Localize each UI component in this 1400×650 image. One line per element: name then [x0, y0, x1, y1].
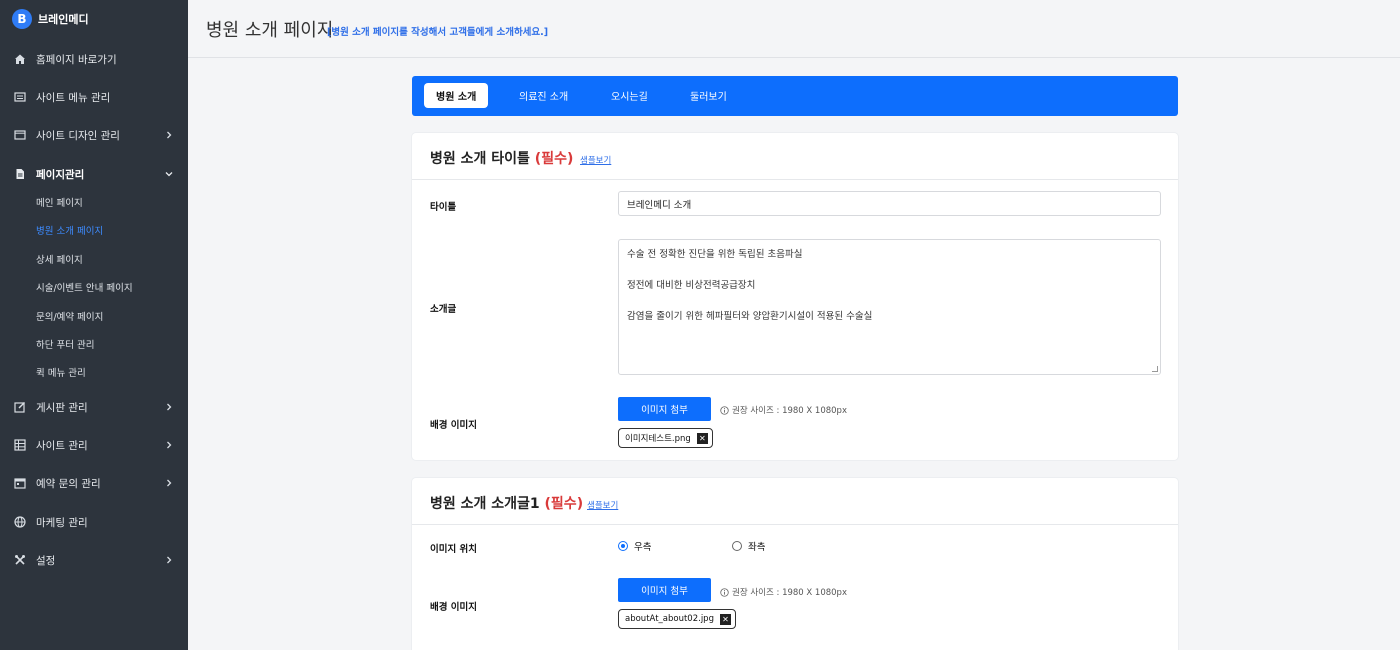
- tab-bar: 병원 소개 의료진 소개 오시는길 둘러보기: [412, 76, 1178, 116]
- remove-file-icon[interactable]: ✕: [719, 613, 731, 625]
- sidebar-item-settings[interactable]: 설정: [0, 548, 188, 572]
- info-icon: [720, 405, 729, 415]
- section-title: 병원 소개 소개글1 (필수): [430, 493, 583, 513]
- sidebar-item-marketing[interactable]: 마케팅 관리: [0, 510, 188, 534]
- size-hint: 권장 사이즈 : 1980 X 1080px: [720, 586, 847, 598]
- required-mark: (필수): [544, 496, 584, 512]
- radio-dot: [618, 541, 628, 551]
- page-title: 병원 소개 페이지: [206, 20, 334, 41]
- sidebar-subitem-footer[interactable]: 하단 푸터 관리: [0, 334, 188, 354]
- chevron-right-icon: [164, 556, 174, 564]
- size-hint-text: 권장 사이즈 : 1980 X 1080px: [732, 588, 847, 598]
- sidebar-item-board[interactable]: 게시판 관리: [0, 395, 188, 419]
- sidebar-item-reservation-inquiry[interactable]: 예약 문의 관리: [0, 471, 188, 495]
- image-position-label: 이미지 위치: [430, 544, 478, 555]
- info-icon: [720, 587, 729, 597]
- intro-label: 소개글: [430, 304, 457, 315]
- card-header: 병원 소개 소개글1 (필수) 샘플보기: [412, 478, 1178, 525]
- sidebar-item-label: 사이트 관리: [36, 439, 88, 452]
- menu-list-icon: [14, 91, 26, 103]
- sidebar-subitem-quick-menu[interactable]: 퀵 메뉴 관리: [0, 362, 188, 382]
- radio-label: 좌측: [748, 542, 766, 553]
- background-image-label: 배경 이미지: [430, 420, 478, 431]
- chevron-right-icon: [164, 441, 174, 449]
- sidebar-subitem-detail-page[interactable]: 상세 페이지: [0, 249, 188, 269]
- tab-medical-staff[interactable]: 의료진 소개: [507, 83, 580, 108]
- intro-textarea[interactable]: 수술 전 정확한 진단을 위한 독립된 초음파실 정전에 대비한 비상전력공급장…: [618, 239, 1161, 375]
- sidebar-subitem-main-page[interactable]: 메인 페이지: [0, 192, 188, 212]
- remove-file-icon[interactable]: ✕: [696, 432, 708, 444]
- tab-hospital-intro[interactable]: 병원 소개: [424, 83, 489, 108]
- section-title-text: 병원 소개 소개글1: [430, 496, 540, 512]
- sidebar-item-label: 사이트 디자인 관리: [36, 129, 120, 142]
- intro-line: 감염을 줄이기 위한 헤파필터와 양압환기시설이 적용된 수술실: [627, 311, 873, 322]
- resize-handle[interactable]: [1152, 366, 1158, 372]
- file-chip: aboutAt_about02.jpg ✕: [618, 609, 736, 629]
- sidebar-item-page-management[interactable]: 페이지관리: [0, 162, 188, 186]
- required-mark: (필수): [534, 151, 574, 167]
- background-image-label: 배경 이미지: [430, 602, 478, 613]
- tools-icon: [14, 554, 26, 566]
- size-hint-text: 권장 사이즈 : 1980 X 1080px: [732, 406, 847, 416]
- edit-icon: [14, 401, 26, 413]
- position-right-radio[interactable]: 우측: [618, 539, 651, 553]
- sidebar-item-label: 페이지관리: [36, 168, 85, 181]
- sidebar-item-label: 마케팅 관리: [36, 516, 88, 529]
- tab-tour[interactable]: 둘러보기: [678, 83, 739, 108]
- window-icon: [14, 129, 26, 141]
- document-icon: [14, 168, 26, 180]
- sidebar-subitem-procedure-event[interactable]: 시술/이벤트 안내 페이지: [0, 277, 188, 297]
- file-name: aboutAt_about02.jpg: [625, 614, 714, 624]
- section-title-text: 병원 소개 타이틀: [430, 151, 530, 167]
- size-hint: 권장 사이즈 : 1980 X 1080px: [720, 404, 847, 416]
- position-left-radio[interactable]: 좌측: [732, 539, 765, 553]
- sidebar-subitem-inquiry-reservation[interactable]: 문의/예약 페이지: [0, 306, 188, 326]
- brand-name: 브레인메디: [38, 13, 89, 26]
- globe-icon: [14, 516, 26, 528]
- sidebar-item-home[interactable]: 홈페이지 바로가기: [0, 47, 188, 71]
- sidebar-item-site-design[interactable]: 사이트 디자인 관리: [0, 123, 188, 147]
- chevron-right-icon: [164, 131, 174, 139]
- section-title: 병원 소개 타이틀 (필수): [430, 148, 573, 168]
- brand-logo: B: [12, 9, 32, 29]
- tab-directions[interactable]: 오시는길: [599, 83, 660, 108]
- grid-icon: [14, 439, 26, 451]
- sample-view-link[interactable]: 샘플보기: [587, 499, 618, 511]
- sidebar-item-label: 예약 문의 관리: [36, 477, 101, 490]
- section-hospital-intro-title: 병원 소개 타이틀 (필수) 샘플보기 타이틀 브레인메디 소개 소개글 수술 …: [412, 133, 1178, 460]
- radio-dot: [732, 541, 742, 551]
- chevron-down-icon: [164, 170, 174, 178]
- page-description: [병원 소개 페이지를 작성해서 고객들에게 소개하세요.]: [327, 27, 549, 38]
- brand[interactable]: B 브레인메디: [0, 0, 188, 38]
- title-input[interactable]: 브레인메디 소개: [618, 191, 1161, 216]
- home-icon: [14, 53, 26, 65]
- attach-image-button[interactable]: 이미지 첨부: [618, 397, 711, 421]
- attach-image-button[interactable]: 이미지 첨부: [618, 578, 711, 602]
- sidebar-item-site-management[interactable]: 사이트 관리: [0, 433, 188, 457]
- intro-line: 수술 전 정확한 진단을 위한 독립된 초음파실: [627, 249, 803, 260]
- intro-line: 정전에 대비한 비상전력공급장치: [627, 280, 756, 291]
- sidebar-item-label: 홈페이지 바로가기: [36, 53, 117, 66]
- chevron-right-icon: [164, 403, 174, 411]
- sidebar-item-label: 설정: [36, 554, 56, 567]
- sidebar-item-label: 사이트 메뉴 관리: [36, 91, 111, 104]
- section-hospital-intro-text1: 병원 소개 소개글1 (필수) 샘플보기 이미지 위치 우측 좌측 배경 이미지…: [412, 478, 1178, 650]
- file-name: 이미지테스트.png: [625, 434, 691, 444]
- card-header: 병원 소개 타이틀 (필수) 샘플보기: [412, 133, 1178, 180]
- chevron-right-icon: [164, 479, 174, 487]
- title-label: 타이틀: [430, 202, 457, 213]
- file-chip: 이미지테스트.png ✕: [618, 428, 713, 448]
- page-header: 병원 소개 페이지 [병원 소개 페이지를 작성해서 고객들에게 소개하세요.]: [188, 0, 1400, 58]
- sidebar-item-site-menu[interactable]: 사이트 메뉴 관리: [0, 85, 188, 109]
- sidebar: B 브레인메디 홈페이지 바로가기 사이트 메뉴 관리 사이트 디자인 관리 페…: [0, 0, 188, 650]
- sample-view-link[interactable]: 샘플보기: [580, 154, 611, 166]
- sidebar-item-label: 게시판 관리: [36, 401, 88, 414]
- sidebar-subitem-hospital-intro[interactable]: 병원 소개 페이지: [0, 220, 188, 240]
- radio-label: 우측: [634, 542, 652, 553]
- calendar-icon: [14, 477, 26, 489]
